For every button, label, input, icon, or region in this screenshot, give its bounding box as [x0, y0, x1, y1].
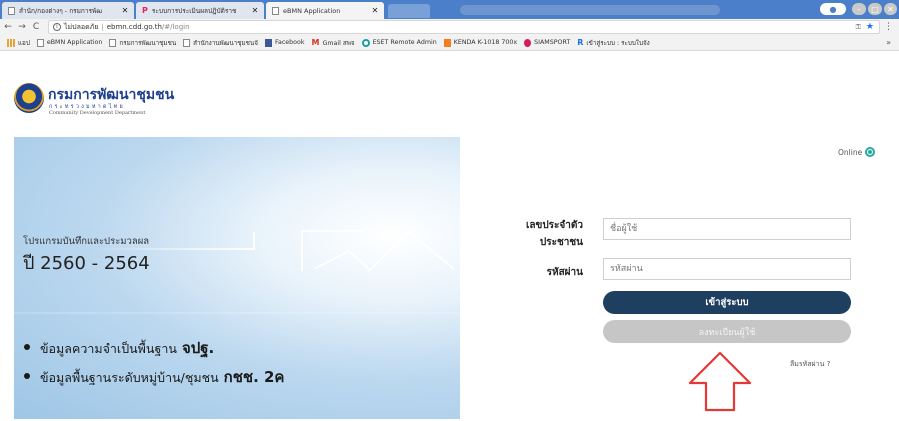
page-icon: [8, 6, 15, 15]
close-icon[interactable]: ✕: [120, 6, 130, 15]
id-label-line1: เลขประจำตัว: [525, 220, 583, 231]
browser-tab[interactable]: สำนัก/กองต่างๆ - กรมการพัฒ ✕: [2, 2, 134, 19]
bookmark-label: eBMN Application: [46, 39, 103, 46]
hero-years: ปี 2560 - 2564: [23, 253, 150, 274]
page-icon: [36, 38, 44, 47]
page-icon: [109, 38, 117, 47]
browser-tab[interactable]: P ระบบการประเมินผลปฏิบัติราช ✕: [136, 2, 264, 19]
bookmark-label: SIAMSPORT: [534, 39, 571, 46]
reload-icon[interactable]: C: [30, 22, 42, 32]
online-indicator-icon: [865, 147, 876, 157]
minimize-button[interactable]: –: [852, 3, 866, 15]
maximize-button[interactable]: □: [868, 3, 882, 15]
bookmark-item[interactable]: M Gmail สพจ: [312, 38, 355, 48]
address-bar[interactable]: i ไม่ปลอดภัย | ebmn.cdd.go.th /#/login ⚿…: [48, 20, 880, 34]
department-seal-logo: [14, 83, 44, 113]
bullet-text: ข้อมูลความจำเป็นพื้นฐาน: [40, 341, 177, 356]
username-input[interactable]: [603, 218, 851, 240]
close-window-button[interactable]: ✕: [884, 3, 897, 15]
facebook-icon: [264, 38, 272, 47]
eset-icon: [361, 38, 370, 47]
menu-icon[interactable]: ⋮: [884, 22, 893, 32]
bookmark-item[interactable]: eBMN Application: [36, 38, 103, 47]
close-icon[interactable]: ✕: [370, 6, 380, 15]
bookmark-item[interactable]: สำนักงานพัฒนาชุมชนจั: [183, 38, 258, 48]
apps-icon: [7, 38, 15, 47]
blurred-region: [460, 5, 720, 15]
bookmark-item[interactable]: KENDA K-1018 700x: [443, 38, 518, 47]
bookmarks-bar: แอป eBMN Application กรมการพัฒนาชุมชน สำ…: [0, 35, 899, 51]
browser-tab-active[interactable]: eBMN Application ✕: [266, 2, 384, 19]
star-icon[interactable]: ★: [866, 22, 874, 32]
online-status: Online: [838, 147, 876, 157]
page-icon: [272, 6, 279, 15]
bookmark-item[interactable]: กรมการพัฒนาชุมชน: [109, 38, 176, 48]
bookmark-label: แอป: [18, 39, 30, 47]
password-input[interactable]: [603, 258, 851, 280]
bookmark-item[interactable]: Facebook: [264, 38, 305, 47]
tab-strip: สำนัก/กองต่างๆ - กรมการพัฒ ✕ P ระบบการปร…: [0, 0, 899, 19]
online-label: Online: [838, 147, 863, 157]
bookmark-apps[interactable]: แอป: [7, 38, 30, 48]
hero-bullet: ข้อมูลพื้นฐานระดับหมู่บ้าน/ชุมชน กชช. 2ค: [24, 365, 284, 389]
tab-title: ระบบการประเมินผลปฏิบัติราช: [151, 6, 237, 15]
hero-bullet: ข้อมูลความจำเป็นพื้นฐาน จปฐ.: [24, 336, 214, 360]
id-label-line2: ประชาชน: [539, 237, 583, 248]
bullet-dot-icon: [24, 373, 30, 379]
kenda-icon: [443, 38, 451, 47]
more-bookmarks-icon[interactable]: »: [886, 38, 891, 47]
security-label: ไม่ปลอดภัย: [64, 22, 99, 31]
bookmark-label: ESET Remote Admin: [372, 39, 437, 46]
bookmark-label: เข้าสู่ระบบ : ระบบใบจัง: [586, 39, 650, 47]
forgot-password-link[interactable]: ลืมรหัสผ่าน ?: [790, 359, 830, 370]
tab-title: สำนัก/กองต่างๆ - กรมการพัฒ: [19, 6, 103, 15]
gmail-icon: M: [311, 38, 320, 47]
key-icon[interactable]: ⚿: [856, 23, 861, 32]
bullet-dot-icon: [24, 344, 30, 350]
toolbar: ← → C i ไม่ปลอดภัย | ebmn.cdd.go.th /#/l…: [0, 19, 899, 35]
bullet-strong: จปฐ.: [181, 339, 215, 357]
profile-button[interactable]: ●: [820, 3, 846, 15]
close-icon[interactable]: ✕: [250, 6, 260, 15]
bullet-strong: กชช. 2ค: [223, 368, 285, 386]
bookmark-item[interactable]: SIAMSPORT: [524, 38, 571, 47]
siamsport-icon: [524, 38, 532, 47]
bookmark-item[interactable]: ESET Remote Admin: [361, 38, 437, 47]
register-button[interactable]: ลงทะเบียนผู้ใช้: [603, 320, 851, 343]
hero-subtitle: โปรแกรมบันทึกและประมวลผล: [23, 236, 150, 247]
divider: |: [101, 23, 104, 31]
bookmark-label: Facebook: [274, 39, 305, 46]
bookmark-label: สำนักงานพัฒนาชุมชนจั: [193, 39, 258, 47]
password-label: รหัสผ่าน: [546, 267, 583, 278]
p-icon: P: [142, 6, 148, 15]
bookmark-label: Gmail สพจ: [322, 39, 355, 47]
page-icon: [183, 38, 191, 47]
tab-title: eBMN Application: [283, 6, 341, 15]
org-name-en: Community Development Department: [49, 110, 146, 116]
bullet-text: ข้อมูลพื้นฐานระดับหมู่บ้าน/ชุมชน: [40, 370, 219, 385]
url-host: ebmn.cdd.go.th: [106, 23, 162, 31]
browser-window: สำนัก/กองต่างๆ - กรมการพัฒ ✕ P ระบบการปร…: [0, 0, 899, 421]
back-icon[interactable]: ←: [2, 22, 14, 32]
r-icon: R: [577, 38, 584, 47]
annotation-arrow-icon: [688, 351, 752, 412]
forward-icon[interactable]: →: [16, 22, 28, 32]
bookmark-label: กรมการพัฒนาชุมชน: [119, 39, 177, 47]
user-icon: ●: [829, 4, 837, 14]
bookmark-label: KENDA K-1018 700x: [453, 39, 518, 46]
login-button[interactable]: เข้าสู่ระบบ: [603, 291, 851, 314]
bookmark-item[interactable]: R เข้าสู่ระบบ : ระบบใบจัง: [577, 38, 650, 48]
info-icon[interactable]: i: [53, 23, 61, 31]
url-path: /#/login: [161, 23, 190, 31]
new-tab-button[interactable]: [388, 4, 430, 18]
